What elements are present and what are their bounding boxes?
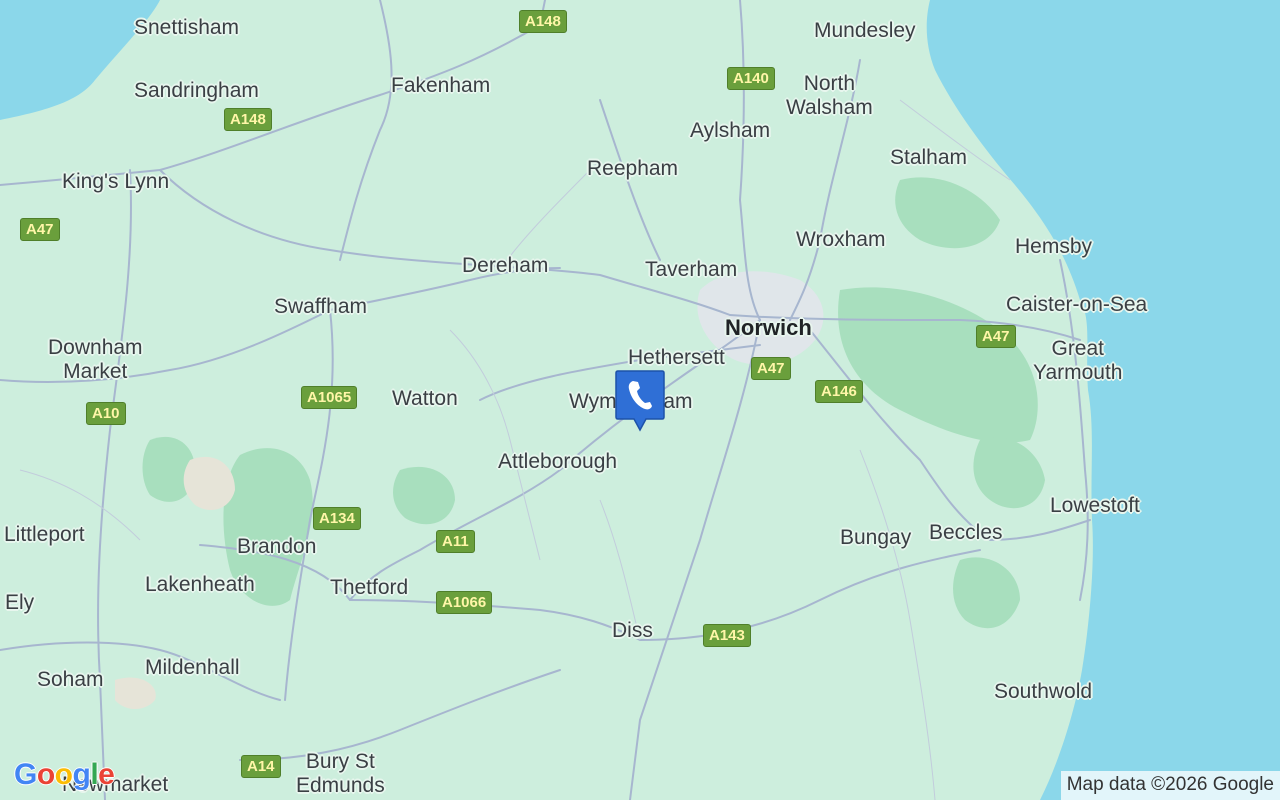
place-swaffham: Swaffham — [274, 295, 367, 318]
place-watton: Watton — [392, 387, 458, 410]
place-kings-lynn: King's Lynn — [62, 170, 170, 193]
road-shield-a143: A143 — [703, 624, 751, 647]
place-thetford: Thetford — [330, 576, 409, 599]
place-southwold: Southwold — [994, 680, 1093, 703]
phone-icon — [615, 370, 665, 432]
place-norwich: Norwich — [725, 315, 812, 340]
place-caister-on-sea: Caister-on-Sea — [1006, 293, 1148, 316]
place-stalham: Stalham — [890, 146, 968, 169]
place-mundesley: Mundesley — [814, 19, 916, 42]
place-beccles: Beccles — [929, 521, 1003, 544]
place-diss: Diss — [612, 619, 653, 642]
place-mildenhall: Mildenhall — [145, 656, 240, 679]
place-downham-market: Downham Market — [48, 336, 143, 383]
location-marker[interactable] — [614, 369, 666, 433]
place-ely: Ely — [5, 591, 35, 614]
map-canvas[interactable]: Snettisham Sandringham King's Lynn Downh… — [0, 0, 1280, 800]
road-shield-a148: A148 — [519, 10, 567, 33]
place-taverham: Taverham — [645, 258, 738, 281]
place-littleport: Littleport — [4, 523, 85, 546]
road-shield-a1065: A1065 — [301, 386, 358, 409]
place-snettisham: Snettisham — [134, 16, 240, 39]
road-shield-a1066: A1066 — [436, 591, 493, 614]
place-wroxham: Wroxham — [796, 228, 886, 251]
place-dereham: Dereham — [462, 254, 549, 277]
road-shield-a11: A11 — [436, 530, 475, 553]
google-logo: Google — [14, 758, 115, 791]
place-fakenham: Fakenham — [391, 74, 491, 97]
place-attleborough: Attleborough — [498, 450, 618, 473]
road-shield-a146: A146 — [815, 380, 863, 403]
place-great-yarmouth: Great Yarmouth — [1033, 337, 1123, 384]
place-lakenheath: Lakenheath — [145, 573, 255, 596]
place-hethersett: Hethersett — [628, 346, 725, 369]
place-soham: Soham — [37, 668, 104, 691]
road-shield-a47: A47 — [751, 357, 791, 380]
map-attribution[interactable]: Map data ©2026 Google — [1060, 771, 1280, 800]
road-shield-a148: A148 — [224, 108, 272, 131]
place-reepham: Reepham — [587, 157, 679, 180]
place-lowestoft: Lowestoft — [1050, 494, 1140, 517]
place-aylsham: Aylsham — [690, 119, 771, 142]
place-north-walsham: North Walsham — [786, 72, 873, 119]
road-shield-a134: A134 — [313, 507, 361, 530]
place-hemsby: Hemsby — [1015, 235, 1093, 258]
road-shield-a14: A14 — [241, 755, 281, 778]
place-bury-st-edmunds: Bury St Edmunds — [296, 750, 385, 797]
road-shield-a10: A10 — [86, 402, 126, 425]
place-sandringham: Sandringham — [134, 79, 259, 102]
place-bungay: Bungay — [840, 526, 912, 549]
road-shield-a47: A47 — [976, 325, 1016, 348]
place-brandon: Brandon — [237, 535, 317, 558]
road-shield-a140: A140 — [727, 67, 775, 90]
road-shield-a47: A47 — [20, 218, 60, 241]
